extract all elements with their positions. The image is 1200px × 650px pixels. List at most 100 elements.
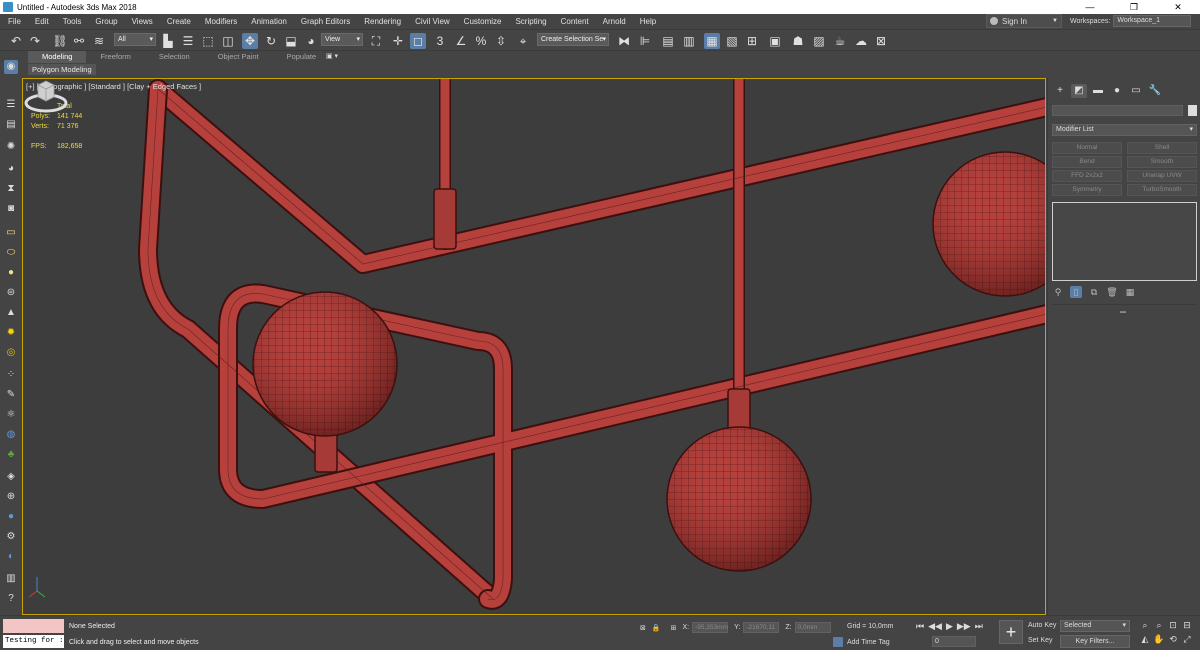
panel-grip[interactable]: ▬ [1120,309,1126,315]
rectangular-selection-icon[interactable]: ⬚ [200,33,216,49]
maximize-button[interactable]: ❐ [1112,0,1156,14]
modify-tab-icon[interactable]: ◩ [1071,84,1087,98]
zoom-all-icon[interactable]: ⌕ [1152,620,1166,631]
window-crossing-icon[interactable]: ◫ [220,33,236,49]
plane-icon[interactable]: ⬭ [4,246,18,260]
modifier-button-smooth[interactable]: Smooth [1127,156,1197,168]
render-in-cloud-icon[interactable]: ☁ [853,33,869,49]
camera-icon[interactable]: ◙ [4,202,18,216]
percent-snap-icon[interactable]: % [473,33,489,49]
menu-graph-editors[interactable]: Graph Editors [294,17,357,26]
geosphere-icon[interactable]: ◎ [4,346,18,360]
show-end-result-icon[interactable]: ▯ [1070,286,1082,298]
align-icon[interactable]: ⊫ [637,33,653,49]
select-and-scale-icon[interactable]: ⬓ [283,33,299,49]
menu-tools[interactable]: Tools [56,17,89,26]
paint-icon[interactable]: ✎ [4,388,18,402]
menu-arnold[interactable]: Arnold [596,17,633,26]
previous-frame-icon[interactable]: ◀◀ [928,621,942,632]
utilities-icon[interactable]: ▥ [4,572,18,586]
select-object-icon[interactable]: ▙ [160,33,176,49]
set-key-button[interactable]: Set Key [1028,637,1053,644]
pivot-center-icon[interactable]: ⛶ [368,33,384,49]
modifier-button-shell[interactable]: Shell [1127,142,1197,154]
pan-icon[interactable]: ✋ [1152,634,1166,645]
modifier-button-bend[interactable]: Bend [1052,156,1122,168]
angle-snap-icon[interactable]: ∠ [453,33,469,49]
go-to-start-icon[interactable]: ⏮ [916,621,924,632]
reference-coordinate-dropdown[interactable]: View [321,33,363,46]
menu-create[interactable]: Create [160,17,198,26]
helper-icon[interactable]: ⚛ [4,408,18,422]
layer-explorer-icon[interactable]: ▤ [4,118,18,132]
tab-freeform[interactable]: Freeform [86,51,144,63]
scene-objects-icon[interactable]: ⧗ [4,182,18,196]
snaps-toggle-icon[interactable]: 3 [432,33,448,49]
toggle-layer-explorer-icon[interactable]: ▥ [681,33,697,49]
foliage-icon[interactable]: ♣ [4,448,18,462]
ribbon-panel-title[interactable]: Polygon Modeling [28,64,96,75]
light-bulb-icon[interactable]: ✺ [4,140,18,154]
modifier-icon[interactable]: ⚙ [4,530,18,544]
menu-edit[interactable]: Edit [28,17,56,26]
render-setup-icon[interactable]: ☗ [790,33,806,49]
modifier-stack[interactable] [1052,202,1197,281]
schematic-view-icon[interactable]: ⊞ [744,33,760,49]
select-and-move-icon[interactable]: ✥ [242,33,258,49]
sphere-icon[interactable]: ● [4,266,18,280]
unlink-icon[interactable]: ⚯ [71,33,87,49]
go-to-end-icon[interactable]: ⏭ [975,621,983,632]
add-time-tag-button[interactable]: Add Time Tag [833,637,890,647]
menu-group[interactable]: Group [88,17,124,26]
configure-modifier-sets-icon[interactable]: ▦ [1124,286,1136,298]
menu-civil-view[interactable]: Civil View [408,17,457,26]
teapot-icon[interactable]: ◕ [4,162,18,176]
scene-explorer-icon[interactable]: ☰ [4,98,18,112]
material-icon[interactable]: ◈ [4,470,18,484]
y-coordinate-field[interactable]: -21670,11 [743,622,780,633]
zoom-extents-all-icon[interactable]: ⊟ [1180,620,1194,631]
menu-help[interactable]: Help [633,17,663,26]
display-tab-icon[interactable]: ▭ [1128,84,1144,98]
curve-editor-icon[interactable]: ▧ [724,33,740,49]
pin-stack-icon[interactable]: ⚲ [1052,286,1064,298]
zoom-icon[interactable]: ⌕ [1138,620,1152,631]
render-sphere-icon[interactable]: ● [4,510,18,524]
make-unique-icon[interactable]: ⧉ [1088,286,1100,298]
render-production-icon[interactable]: ☕ [832,33,848,49]
place-object-icon[interactable]: ◕ [303,33,319,49]
create-tab-icon[interactable]: + [1052,84,1068,98]
field-of-view-icon[interactable]: ◭ [1138,634,1152,645]
environment-icon[interactable]: ⊕ [4,490,18,504]
x-coordinate-field[interactable]: -95,353mm [692,622,729,633]
object-name-field[interactable] [1052,105,1183,116]
mirror-icon[interactable]: ⧓ [616,33,632,49]
current-frame-field[interactable]: 0 [932,636,976,647]
viewport-orthographic[interactable]: [+] [Orthographic ] [Standard ] [Clay + … [22,78,1046,615]
selection-filter-dropdown[interactable]: All [114,33,156,46]
modifier-button-unwrap[interactable]: Unwrap UVW [1127,170,1197,182]
zoom-extents-icon[interactable]: ⊡ [1166,620,1180,631]
sun-icon[interactable]: ✹ [4,326,18,340]
menu-content[interactable]: Content [554,17,596,26]
tab-object-paint[interactable]: Object Paint [204,51,273,63]
select-by-name-icon[interactable]: ☰ [180,33,196,49]
absolute-mode-icon[interactable]: ⊞ [671,624,677,632]
particles-icon[interactable]: ⁘ [4,368,18,382]
cylinder-icon[interactable]: ⊜ [4,286,18,300]
selection-lock-icon[interactable]: 🔒 [652,624,661,632]
undo-icon[interactable]: ↶ [8,33,24,49]
maximize-viewport-icon[interactable]: ⤢ [1180,634,1194,645]
link-icon[interactable]: ⛓ [52,33,68,49]
bind-space-warp-icon[interactable]: ≋ [91,33,107,49]
select-and-rotate-icon[interactable]: ↻ [263,33,279,49]
next-frame-icon[interactable]: ▶▶ [957,621,971,632]
globe-icon[interactable]: ◍ [4,428,18,442]
a360-gallery-icon[interactable]: ⊠ [873,33,889,49]
key-mode-dropdown[interactable]: Selected [1060,620,1130,632]
auto-key-button[interactable]: Auto Key [1028,622,1056,629]
key-filters-button[interactable]: Key Filters... [1060,635,1130,648]
box-icon[interactable]: ▭ [4,226,18,240]
minimize-button[interactable]: — [1068,0,1112,14]
hierarchy-tab-icon[interactable]: ▬ [1090,84,1106,98]
